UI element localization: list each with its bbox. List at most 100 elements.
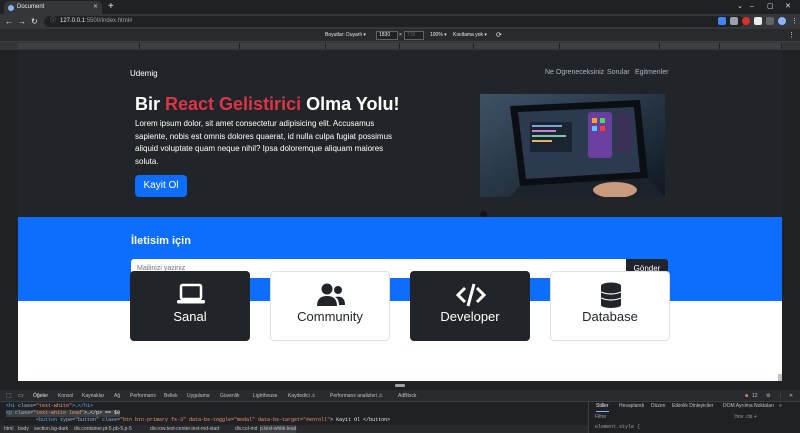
code-icon: [455, 282, 487, 308]
tab-event-listeners[interactable]: Etkinlik Dinleyiciler: [672, 402, 713, 411]
hero-lead: Lorem ipsum dolor, sit amet consectetur …: [135, 119, 393, 166]
hero-section: Udemig Ne Ogreneceksiniz Sorular Egitmen…: [18, 50, 782, 217]
styles-filter-tools[interactable]: :hov .cls +: [734, 414, 757, 420]
tab-adblock[interactable]: AdBlock: [398, 390, 416, 402]
menu-icon[interactable]: ⋮: [791, 15, 798, 28]
times-sign: ×: [399, 32, 402, 38]
enroll-button[interactable]: Kayit Ol: [135, 175, 187, 197]
crumb[interactable]: div.row.text-center.text-md-start: [150, 425, 219, 433]
address-toolbar: ← → ↻ ⓘ 127.0.0.1:5500/index.html# ⇪ ☆ ⋮: [0, 14, 800, 29]
dimensions-select[interactable]: Boyutlar: Duyarlı ▾: [325, 29, 366, 42]
more-tabs-icon[interactable]: »: [779, 402, 782, 411]
tab-styles[interactable]: Stiller: [596, 402, 609, 412]
site-info-icon[interactable]: ⓘ: [50, 16, 56, 27]
tab-recorder[interactable]: Kaydedici ⚠: [288, 390, 316, 402]
extension-icon[interactable]: [730, 17, 738, 25]
breadcrumb: html body section.bg-dark div.container.…: [0, 425, 588, 433]
tab-lighthouse[interactable]: Lighthouse: [253, 390, 277, 402]
tab-console[interactable]: Konsol: [58, 390, 73, 402]
globe-icon: [8, 5, 14, 11]
nav-link-ne-ogreneceksiniz[interactable]: Ne Ogreneceksiniz: [545, 69, 604, 76]
profile-avatar[interactable]: [778, 17, 786, 25]
hero-title-accent: React Gelistirici: [165, 94, 302, 114]
close-window-button[interactable]: ✕: [785, 0, 791, 13]
adblock-icon[interactable]: [742, 17, 750, 25]
tab-sources[interactable]: Kaynaklar: [82, 390, 104, 402]
tab-memory[interactable]: Bellek: [164, 390, 178, 402]
tab-title: Document: [17, 4, 45, 10]
nav-link-sorular[interactable]: Sorular: [607, 69, 630, 76]
card-sanal: Sanal: [130, 271, 250, 341]
zoom-select[interactable]: 100% ▾: [430, 29, 447, 42]
dom-node[interactable]: <button type="button" class="btn btn-pri…: [36, 417, 390, 424]
card-label: Community: [297, 309, 363, 324]
address-bar[interactable]: ⓘ 127.0.0.1:5500/index.html# ⇪ ☆: [44, 16, 744, 27]
browser-tab-bar: Document ✕ + ⌄ – ▢ ✕: [0, 0, 800, 14]
more-icon[interactable]: ⋮: [778, 390, 783, 402]
sidebar-icon[interactable]: [766, 17, 774, 25]
tab-security[interactable]: Güvenlik: [220, 390, 239, 402]
styles-pane: Stiller Hesaplandı Düzen Etkinlik Dinley…: [588, 402, 800, 433]
puzzle-icon[interactable]: [754, 17, 762, 25]
media-query-ruler: [0, 42, 800, 50]
page-scrollbar[interactable]: [778, 374, 782, 381]
elements-panel: <h1 class="text-white">…</h1> <p class="…: [0, 402, 588, 425]
tab-computed[interactable]: Hesaplandı: [619, 402, 644, 411]
tab-performance-insights[interactable]: Performans analizleri ⚠: [330, 390, 383, 402]
card-label: Database: [582, 309, 638, 324]
tab-layout[interactable]: Düzen: [651, 402, 665, 411]
back-icon[interactable]: ←: [5, 15, 13, 28]
tab-dom-breakpoints[interactable]: DOM Ayrılma Noktaları: [723, 402, 774, 411]
device-toggle-icon[interactable]: ▭: [18, 390, 24, 402]
tab-application[interactable]: Uygulama: [187, 390, 210, 402]
card-database: Database: [550, 271, 670, 341]
url-host: 127.0.0.1: [60, 18, 86, 24]
crumb[interactable]: body: [18, 425, 29, 433]
card-community: Community: [270, 271, 390, 341]
nav-link-egitmenler[interactable]: Egitmenler: [635, 69, 668, 76]
width-input[interactable]: 1830: [376, 31, 398, 40]
navbar-brand[interactable]: Udemig: [130, 69, 158, 78]
minimize-button[interactable]: –: [750, 0, 754, 13]
browser-tab[interactable]: Document ✕: [4, 1, 102, 14]
reload-icon[interactable]: ↻: [31, 15, 38, 28]
crumb[interactable]: section.bg-dark: [34, 425, 68, 433]
close-devtools-icon[interactable]: ✕: [789, 390, 793, 402]
card-label: Developer: [440, 309, 500, 324]
crumb[interactable]: html: [4, 425, 13, 433]
issues-icon[interactable]: ■: [745, 390, 748, 402]
chevron-down-icon[interactable]: ⌄: [737, 0, 743, 13]
devtools-tab-bar: ⬚ ▭ Öğeler Konsol Kaynaklar Ağ Performan…: [0, 390, 800, 403]
crumb-selected[interactable]: p.text-white.lead: [260, 425, 297, 433]
card-label: Sanal: [173, 309, 207, 324]
crumb[interactable]: div.container.pt-5.pb-5.p-5: [74, 425, 132, 433]
forward-icon[interactable]: →: [18, 15, 26, 28]
close-tab-icon[interactable]: ✕: [93, 1, 98, 14]
card-developer: Developer: [410, 271, 530, 341]
throttle-select[interactable]: Kısıtlama yok ▾: [453, 29, 487, 42]
translate-icon[interactable]: [718, 17, 726, 25]
tab-performance[interactable]: Performans: [130, 390, 156, 402]
more-options-icon[interactable]: ⋮: [788, 29, 795, 42]
database-icon: [596, 282, 626, 308]
tab-network[interactable]: Ağ: [114, 390, 120, 402]
new-tab-button[interactable]: +: [108, 1, 114, 13]
contact-title: İletisim için: [131, 235, 191, 247]
dom-node-selected[interactable]: <p class="text-white lead">…</p> == $0: [6, 410, 121, 417]
page-viewport: Udemig Ne Ogreneceksiniz Sorular Egitmen…: [18, 50, 782, 381]
height-input[interactable]: 716: [404, 31, 424, 40]
hero-title: Bir React Gelistirici Olma Yolu!: [135, 94, 400, 114]
dom-node[interactable]: <h1 class="text-white">…</h1>: [6, 403, 93, 410]
users-icon: [316, 282, 346, 308]
inspect-icon[interactable]: ⬚: [6, 390, 12, 402]
hero-image: [480, 94, 665, 197]
rotate-icon[interactable]: ⟳: [496, 29, 502, 42]
crumb[interactable]: div.col-md: [235, 425, 257, 433]
maximize-button[interactable]: ▢: [767, 0, 774, 13]
device-toolbar: Boyutlar: Duyarlı ▾ 1830 × 716 100% ▾ Kı…: [0, 29, 800, 42]
laptop-icon: [176, 282, 206, 308]
styles-filter-input[interactable]: Filtre: [595, 414, 606, 420]
settings-gear-icon[interactable]: ⚙: [766, 390, 770, 402]
issues-count[interactable]: 12: [752, 390, 758, 402]
devtools-resize-handle[interactable]: [0, 381, 800, 390]
